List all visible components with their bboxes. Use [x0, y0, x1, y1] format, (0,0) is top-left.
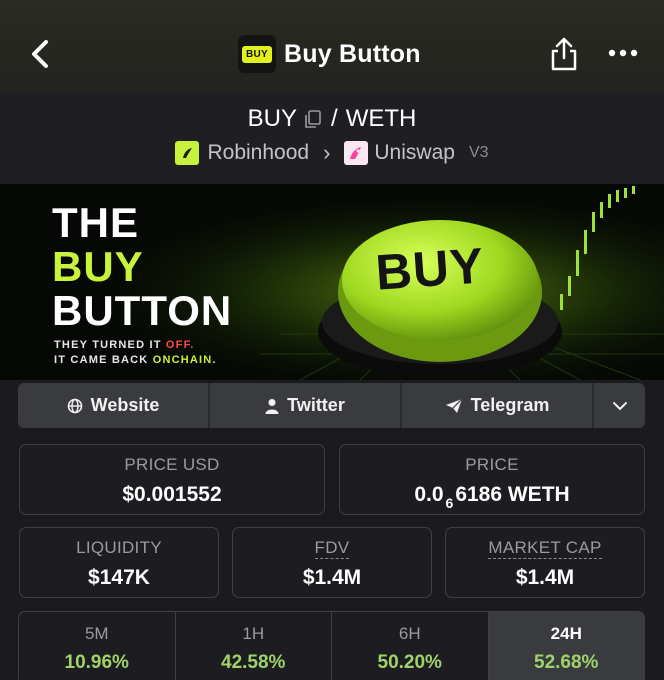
- price-native-card: PRICE 0.0 66186 WETH: [339, 444, 645, 515]
- more-links-button[interactable]: [594, 383, 645, 428]
- price-usd-label: PRICE USD: [124, 455, 220, 474]
- share-icon[interactable]: [548, 36, 580, 72]
- tagline-1-highlight: OFF.: [165, 339, 195, 351]
- back-arrow-icon[interactable]: [26, 34, 58, 74]
- price-change-value: 42.58%: [221, 652, 286, 673]
- market-cap-value: $1.4M: [515, 566, 575, 589]
- user-icon: [265, 398, 279, 414]
- telegram-icon: [445, 398, 463, 413]
- banner-line-2: BUY: [52, 243, 144, 290]
- globe-icon: [67, 398, 82, 413]
- base-token: BUY: [247, 105, 298, 132]
- buy-button-art-text: BUY: [373, 237, 487, 301]
- tagline-1-text: THEY TURNED IT: [54, 339, 166, 351]
- page-title: Buy Button: [284, 39, 421, 68]
- price-zero-count: 6: [445, 495, 454, 511]
- more-options-icon[interactable]: [606, 40, 640, 66]
- quote-token: WETH: [345, 105, 417, 132]
- twitter-label: Twitter: [287, 395, 345, 415]
- tab-label: 1H: [242, 624, 265, 643]
- token-logo-text: BUY: [241, 45, 272, 63]
- banner-tagline-1: THEY TURNED IT OFF.: [54, 339, 195, 351]
- price-native-label: PRICE: [465, 455, 519, 474]
- tab-label: 5M: [84, 624, 109, 643]
- pair-separator: /: [331, 105, 338, 132]
- tagline-2-text: IT CAME BACK: [54, 354, 153, 366]
- price-change-value: 10.96%: [64, 652, 129, 673]
- tab-label: 24H: [550, 624, 582, 643]
- market-cap-card[interactable]: MARKET CAP $1.4M: [445, 527, 645, 598]
- liquidity-value: $147K: [88, 566, 150, 589]
- tab-label: 6H: [398, 624, 421, 643]
- telegram-label: Telegram: [470, 395, 550, 415]
- tab-24h[interactable]: 24H 52.68%: [488, 612, 644, 680]
- social-links: Website Twitter Telegram: [18, 383, 645, 428]
- robinhood-icon: [175, 141, 200, 165]
- token-logo: BUY: [238, 35, 276, 73]
- token-banner: THE BUY BUTTON THEY TURNED IT OFF. IT CA…: [0, 184, 664, 380]
- market-cap-label: MARKET CAP: [488, 538, 602, 559]
- pair-route: Robinhood › Uniswap V3: [0, 140, 664, 166]
- fdv-value: $1.4M: [302, 566, 362, 589]
- price-usd-value: $0.001552: [122, 483, 222, 506]
- copy-icon[interactable]: [303, 109, 323, 129]
- banner-tagline-2: IT CAME BACK ONCHAIN.: [54, 354, 217, 366]
- price-usd-card: PRICE USD $0.001552: [19, 444, 325, 515]
- chevron-right-icon: ›: [323, 140, 331, 165]
- pair-name: BUY / WETH: [0, 105, 664, 133]
- price-change-value: 52.68%: [534, 652, 599, 673]
- fdv-label: FDV: [314, 538, 350, 559]
- chevron-down-icon: [612, 401, 627, 410]
- pair-info: BUY / WETH Robinhood › Uniswap V3: [0, 92, 664, 184]
- header-title-group: BUY Buy Button: [238, 35, 421, 73]
- tab-5m[interactable]: 5M 10.96%: [19, 612, 176, 680]
- liquidity-card: LIQUIDITY $147K: [19, 527, 219, 598]
- website-button[interactable]: Website: [18, 383, 210, 428]
- fdv-card[interactable]: FDV $1.4M: [232, 527, 432, 598]
- telegram-button[interactable]: Telegram: [402, 383, 594, 428]
- banner-line-1: THE: [52, 199, 139, 246]
- uniswap-icon: [344, 141, 369, 165]
- banner-line-3: BUTTON: [52, 287, 233, 334]
- tab-1h[interactable]: 1H 42.58%: [176, 612, 332, 680]
- liquidity-label: LIQUIDITY: [76, 538, 162, 557]
- price-change-value: 50.20%: [377, 652, 442, 673]
- website-label: Website: [90, 395, 160, 415]
- chain-name[interactable]: Robinhood: [207, 141, 309, 165]
- dex-version: V3: [468, 144, 489, 161]
- tagline-2-highlight: ONCHAIN.: [152, 354, 217, 366]
- app-header: BUY Buy Button: [0, 0, 664, 92]
- dex-name[interactable]: Uniswap: [374, 141, 455, 165]
- price-native-value: 0.0 66186 WETH: [340, 483, 644, 511]
- tab-6h[interactable]: 6H 50.20%: [332, 612, 489, 680]
- price-suffix: 6186 WETH: [455, 483, 570, 506]
- twitter-button[interactable]: Twitter: [210, 383, 402, 428]
- price-prefix: 0.0: [414, 483, 444, 506]
- timeframe-tabs: 5M 10.96% 1H 42.58% 6H 50.20% 24H 52.68%: [18, 611, 645, 680]
